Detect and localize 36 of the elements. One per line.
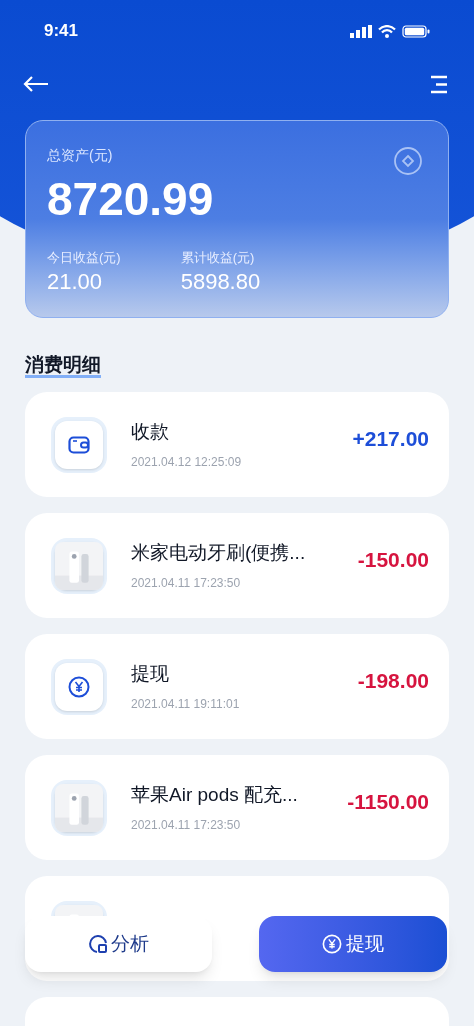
stat-value: 5898.80 <box>180 267 261 295</box>
menu-icon <box>430 74 448 94</box>
transaction-amount: -1150.00 <box>347 789 429 815</box>
back-arrow-icon <box>23 75 49 93</box>
stat-label: 今日收益(元) <box>47 249 121 267</box>
transaction-time: 2021.04.12 12:25:09 <box>131 453 243 471</box>
chart-icon <box>88 934 108 954</box>
signal-icon <box>350 24 372 38</box>
transaction-title: 米家电动牙刷(便携... <box>131 541 307 566</box>
status-time: 9:41 <box>44 20 79 43</box>
transaction-time: 2021.04.11 17:23:50 <box>131 574 242 592</box>
transaction-card[interactable]: 米家电动牙刷(便携... 2021.04.11 17:23:50 -150.00 <box>25 513 449 618</box>
withdraw-button[interactable]: 提现 <box>259 916 447 972</box>
transaction-title: 苹果Air pods 配充... <box>131 783 299 808</box>
analysis-button[interactable]: 分析 <box>25 916 212 972</box>
yen-icon <box>68 675 90 698</box>
yen-icon <box>322 934 342 954</box>
transaction-title: 收款 <box>131 420 170 445</box>
section-title: 消费明细 <box>25 354 101 378</box>
transaction-time: 2021.04.11 17:23:50 <box>131 816 242 834</box>
battery-icon <box>402 24 430 38</box>
stat-value: 21.00 <box>47 267 104 295</box>
total-amount: 8720.99 <box>47 176 215 222</box>
total-label: 总资产(元) <box>47 146 113 165</box>
transaction-time: 2021.04.11 19:11:01 <box>131 695 241 713</box>
transaction-card[interactable]: 提现 2021.04.11 19:11:01 -198.00 <box>25 634 449 739</box>
transaction-amount: +217.00 <box>352 426 429 452</box>
stat-label: 累计收益(元) <box>180 249 256 267</box>
transaction-card[interactable]: 苹果Air pods 配充... 2021.04.11 17:23:50 -1150.00 <box>25 755 449 860</box>
transaction-amount: -198.00 <box>357 668 429 694</box>
transaction-card[interactable]: 收款 2021.04.12 12:25:09 +217.00 <box>25 392 449 497</box>
wallet-icon <box>68 435 90 454</box>
transaction-title: 提现 <box>131 662 170 687</box>
coin-icon <box>393 146 423 176</box>
transaction-amount: -150.00 <box>357 547 429 573</box>
wifi-icon <box>378 24 396 38</box>
